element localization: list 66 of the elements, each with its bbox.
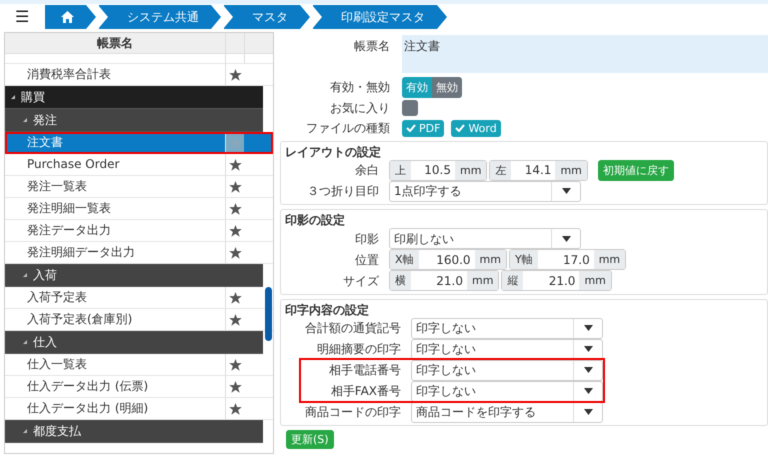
list-item[interactable]: 発注データ出力 bbox=[5, 220, 273, 242]
star-icon[interactable] bbox=[228, 158, 242, 170]
home-breadcrumb[interactable] bbox=[44, 5, 96, 29]
column-header: 帳票名 bbox=[96, 35, 134, 52]
breadcrumb-item[interactable]: マスタ bbox=[223, 5, 310, 29]
field-label: 商品コードの印字 bbox=[304, 404, 401, 420]
caret-icon bbox=[562, 188, 570, 194]
star-icon[interactable] bbox=[228, 314, 242, 326]
field-label: サイズ bbox=[342, 274, 379, 288]
star-icon[interactable] bbox=[228, 68, 242, 80]
check-icon bbox=[406, 124, 416, 132]
field-label: ファイルの種類 bbox=[305, 120, 390, 136]
list-item[interactable]: 発注一覧表 bbox=[5, 176, 273, 198]
group-row[interactable]: 都度支払 bbox=[5, 420, 263, 443]
section-title: 印影の設定 bbox=[285, 213, 346, 228]
group-row[interactable]: 購買 bbox=[5, 86, 263, 109]
list-item[interactable]: 仕入データ出力 (伝票) bbox=[5, 376, 273, 398]
field-label: 明細摘要の印字 bbox=[316, 342, 401, 356]
star-icon[interactable] bbox=[228, 224, 242, 236]
section-title: 印字内容の設定 bbox=[285, 302, 370, 318]
caret-icon bbox=[562, 236, 570, 242]
select-field[interactable]: 印字しない bbox=[411, 318, 603, 339]
caret-icon bbox=[584, 367, 592, 374]
list-item[interactable]: Purchase Order bbox=[5, 154, 273, 176]
toggle-button[interactable]: 無効 bbox=[432, 77, 462, 98]
field-label: 相手電話番号 bbox=[328, 362, 401, 378]
list-item[interactable]: 仕入一覧表 bbox=[5, 354, 273, 376]
section-title: レイアウトの設定 bbox=[285, 145, 382, 160]
breadcrumb-item[interactable]: 印刷設定マスタ bbox=[312, 5, 447, 29]
field-label: お気に入り bbox=[329, 100, 390, 116]
select-field[interactable]: 印字しない bbox=[411, 338, 603, 360]
field-label: 印影 bbox=[354, 232, 379, 246]
name-field[interactable]: 注文書 bbox=[402, 35, 768, 73]
select-field[interactable]: 印字しない bbox=[411, 360, 603, 381]
field-label: 位置 bbox=[354, 252, 379, 267]
caret-icon bbox=[584, 409, 592, 416]
select-field[interactable]: 商品コードを印字する bbox=[411, 402, 603, 423]
scrollbar[interactable] bbox=[265, 287, 272, 341]
caret-icon bbox=[584, 325, 592, 332]
group-row[interactable]: 入荷 bbox=[5, 264, 263, 287]
field-label: 合計額の通貨記号 bbox=[304, 320, 401, 336]
star-icon[interactable] bbox=[228, 380, 242, 392]
caret-icon bbox=[584, 346, 592, 352]
list-item[interactable]: 発注明細一覧表 bbox=[5, 198, 273, 220]
list-item[interactable]: 注文書 bbox=[5, 132, 273, 154]
check-icon bbox=[455, 124, 466, 132]
breadcrumb-item[interactable]: システム共通 bbox=[98, 5, 221, 29]
home-icon bbox=[61, 11, 74, 23]
star-icon[interactable] bbox=[228, 202, 242, 214]
field-label: 有効・無効 bbox=[329, 80, 390, 95]
group-row[interactable]: 発注 bbox=[5, 109, 263, 132]
star-icon[interactable] bbox=[228, 358, 242, 370]
group-row[interactable]: 仕入 bbox=[5, 331, 263, 354]
caret-icon bbox=[584, 388, 592, 394]
select-field[interactable]: 印刷しない bbox=[389, 228, 581, 250]
star-icon[interactable] bbox=[228, 180, 242, 192]
select-field[interactable]: 印字しない bbox=[411, 380, 603, 402]
field-label: 帳票名 bbox=[353, 38, 390, 54]
field-label: ３つ折り目印 bbox=[306, 184, 379, 199]
field-label: 相手FAX番号 bbox=[330, 384, 401, 398]
star-icon[interactable] bbox=[228, 246, 242, 258]
star-icon[interactable] bbox=[228, 292, 242, 304]
field-label: 余白 bbox=[354, 163, 379, 178]
select-field[interactable]: 1点印字する bbox=[389, 180, 581, 202]
star-icon[interactable] bbox=[228, 402, 242, 414]
favorite-checkbox[interactable] bbox=[402, 100, 418, 116]
